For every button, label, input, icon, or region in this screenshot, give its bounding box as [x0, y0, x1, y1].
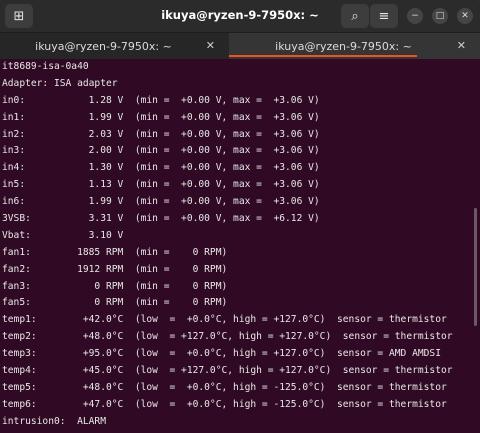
terminal-line: fan3: 0 RPM (min = 0 RPM): [2, 280, 228, 292]
terminal-line: temp4: +45.0°C (low = +127.0°C, high = +…: [2, 365, 453, 377]
tab-close-icon[interactable]: ✕: [206, 39, 215, 52]
terminal-line: temp1: +42.0°C (low = +0.0°C, high = +12…: [2, 314, 447, 326]
terminal-line: Adapter: ISA adapter: [2, 77, 118, 89]
terminal-line: it8689-isa-0a40: [2, 61, 89, 72]
window-title: ikuya@ryzen-9-7950x: ~: [161, 8, 319, 22]
terminal-line: in4: 1.30 V (min = +0.00 V, max = +3.06 …: [2, 162, 320, 174]
search-button[interactable]: ⌕: [341, 4, 369, 28]
terminal-line: in3: 2.00 V (min = +0.00 V, max = +3.06 …: [2, 145, 320, 157]
terminal-line: in2: 2.03 V (min = +0.00 V, max = +3.06 …: [2, 128, 320, 140]
menu-button[interactable]: ≡: [370, 4, 398, 28]
terminal-line: intrusion0: ALARM: [2, 415, 106, 427]
terminal-line: 3VSB: 3.31 V (min = +0.00 V, max = +6.12…: [2, 213, 320, 225]
tab-terminal-1[interactable]: ikuya@ryzen-9-7950x: ~ ✕: [0, 33, 229, 59]
new-tab-button[interactable]: ⊞: [5, 4, 33, 28]
terminal-line: fan2: 1912 RPM (min = 0 RPM): [2, 263, 228, 275]
minimize-button[interactable]: −: [407, 8, 423, 24]
terminal-line: temp3: +95.0°C (low = +0.0°C, high = +12…: [2, 348, 441, 360]
search-icon: ⌕: [351, 8, 359, 24]
terminal-line: fan5: 0 RPM (min = 0 RPM): [2, 297, 228, 309]
minimize-icon: −: [411, 10, 419, 21]
hamburger-menu-icon: ≡: [378, 8, 390, 24]
terminal-line: in1: 1.99 V (min = +0.00 V, max = +3.06 …: [2, 111, 320, 123]
new-tab-icon: ⊞: [13, 8, 25, 24]
terminal-line: in0: 1.28 V (min = +0.00 V, max = +3.06 …: [2, 94, 320, 106]
close-window-button[interactable]: ✕: [457, 8, 473, 24]
close-icon: ✕: [461, 10, 469, 21]
maximize-icon: □: [435, 10, 445, 21]
terminal-line: temp5: +48.0°C (low = +0.0°C, high = -12…: [2, 381, 447, 393]
terminal-line: temp6: +47.0°C (low = +0.0°C, high = -12…: [2, 398, 447, 410]
tab-label: ikuya@ryzen-9-7950x: ~: [275, 39, 412, 53]
terminal-line: temp2: +48.0°C (low = +127.0°C, high = +…: [2, 331, 453, 343]
terminal-line: Vbat: 3.10 V: [2, 229, 124, 241]
terminal-line: in6: 1.99 V (min = +0.00 V, max = +3.06 …: [2, 196, 320, 208]
terminal-window: ⊞ ikuya@ryzen-9-7950x: ~ ⌕ ≡ − □ ✕ ikuya…: [0, 0, 480, 433]
tab-label: ikuya@ryzen-9-7950x: ~: [35, 39, 172, 53]
terminal-line: in5: 1.13 V (min = +0.00 V, max = +3.06 …: [2, 179, 320, 191]
active-tab-indicator: [229, 55, 417, 57]
tab-close-icon[interactable]: ✕: [457, 39, 466, 52]
terminal-output[interactable]: it8689-isa-0a40 Adapter: ISA adapter in0: …: [0, 58, 470, 433]
scrollbar[interactable]: [474, 208, 477, 326]
maximize-button[interactable]: □: [432, 8, 448, 24]
title-bar: ⊞ ikuya@ryzen-9-7950x: ~ ⌕ ≡ − □ ✕: [0, 0, 480, 32]
terminal-line: fan1: 1885 RPM (min = 0 RPM): [2, 246, 228, 258]
